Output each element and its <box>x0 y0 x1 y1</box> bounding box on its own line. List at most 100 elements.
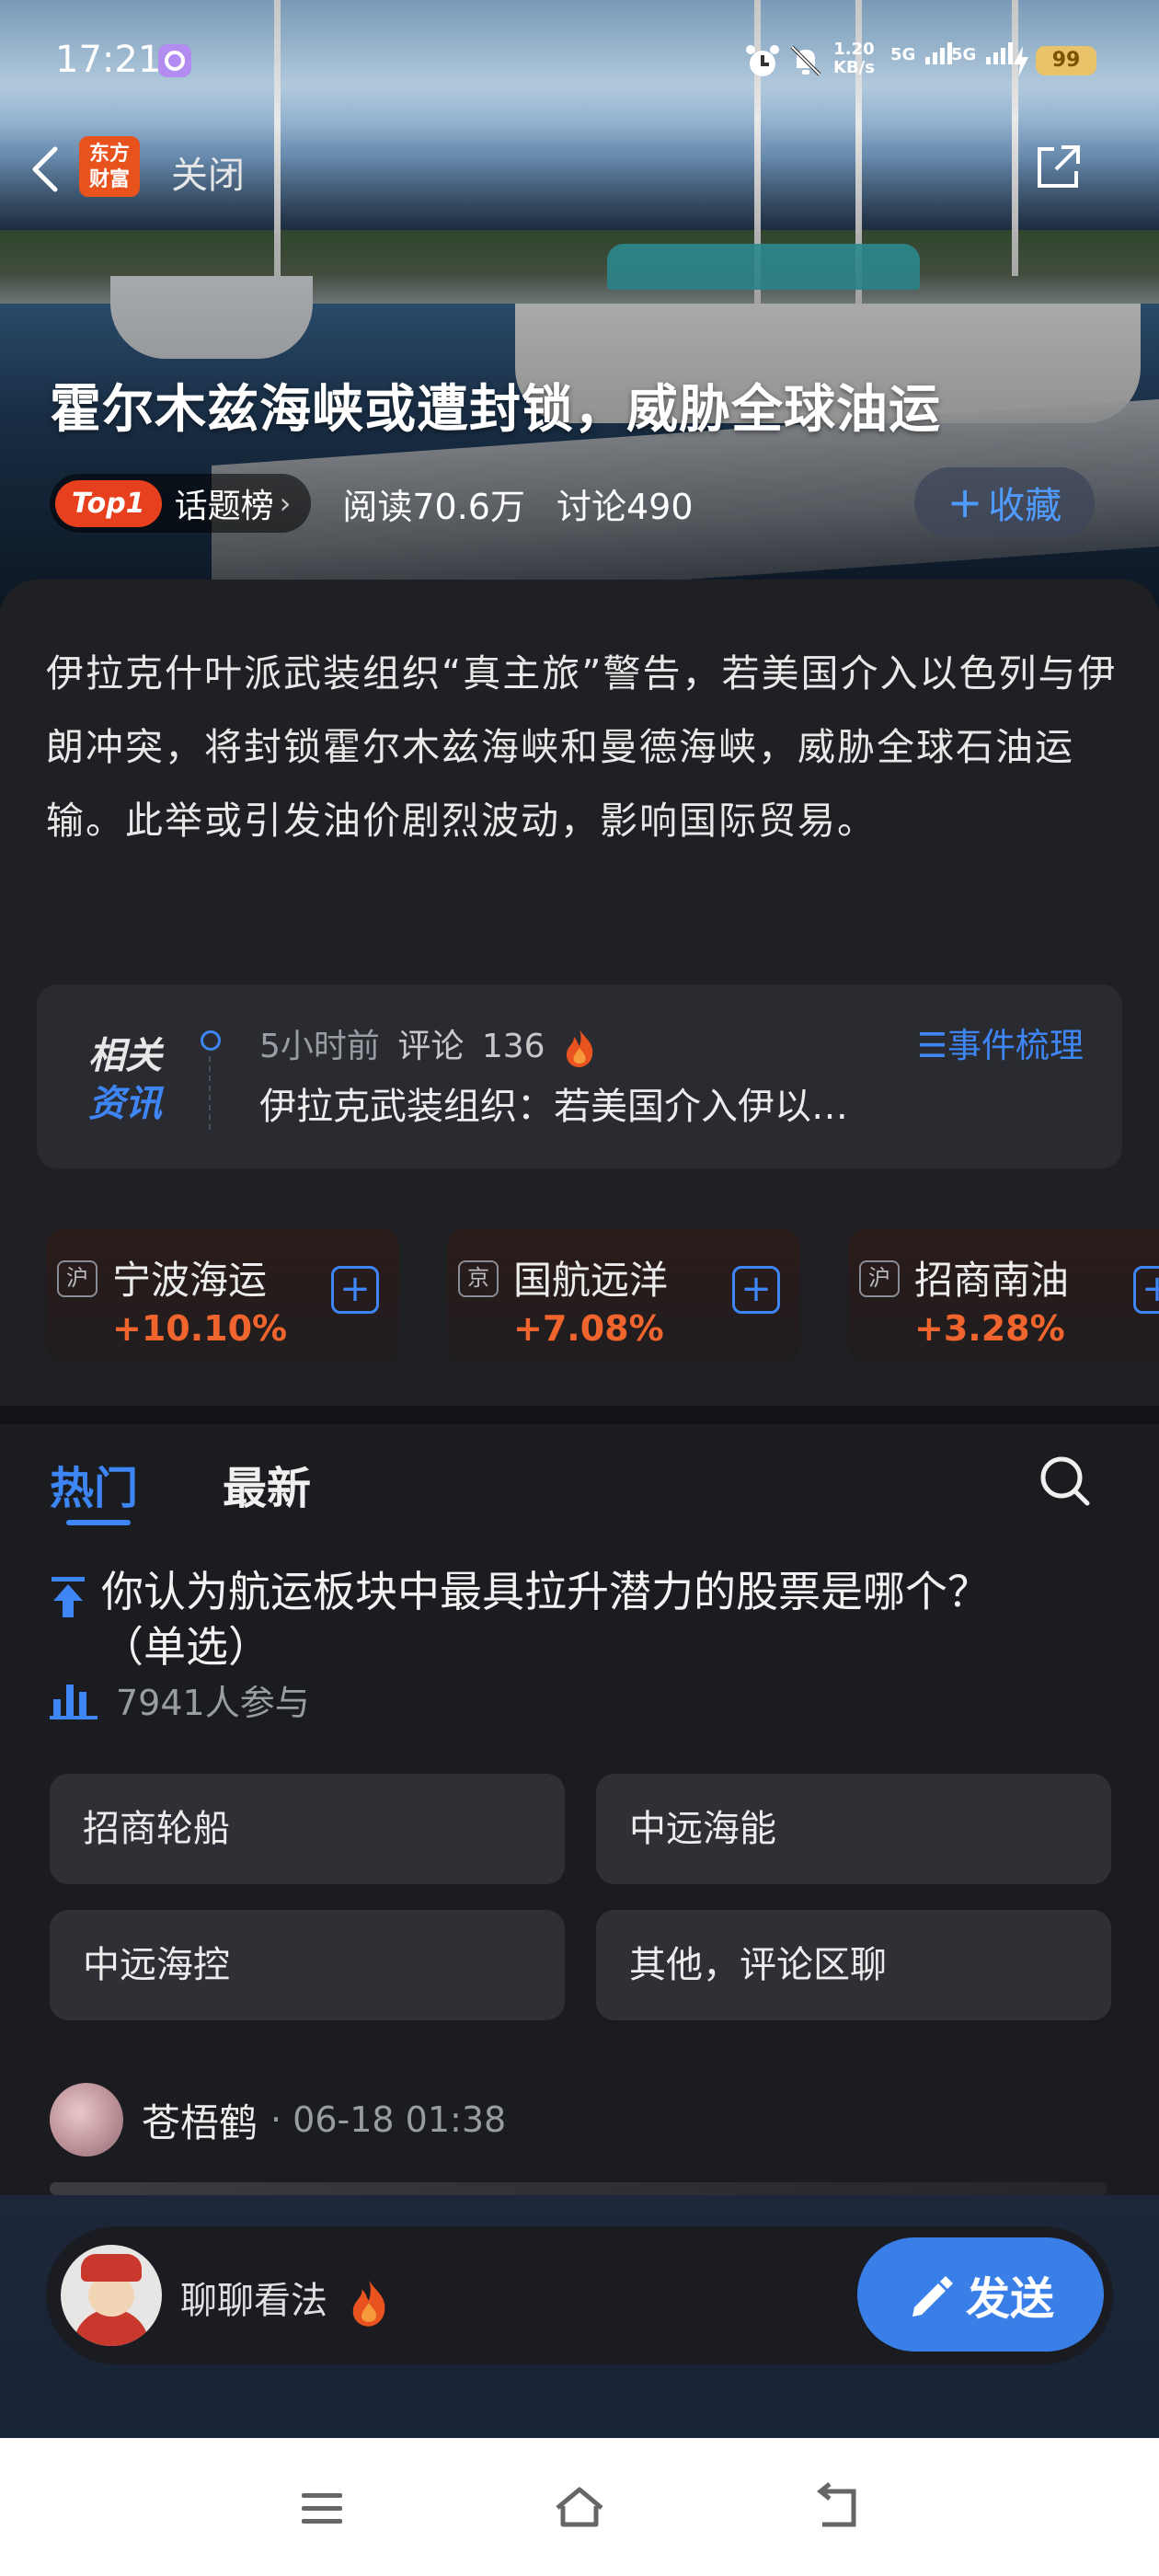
menu-button[interactable] <box>294 2480 350 2536</box>
stock-card[interactable]: 沪 宁波海运 +10.10% + <box>46 1229 399 1363</box>
comment-author[interactable]: 苍梧鹤 <box>142 2092 258 2148</box>
composer-area: 聊聊看法 发送 <box>0 2195 1159 2438</box>
feed-tabs: 热门 最新 <box>0 1424 1159 1535</box>
poll-question: 你认为航运板块中最具拉升潜力的股票是哪个？ （单选） <box>101 1567 990 1672</box>
sim1-label: 5G <box>890 45 916 64</box>
news-comments-count: 136 <box>481 1028 545 1065</box>
pencil-icon <box>912 2276 953 2317</box>
tab-hot[interactable]: 热门 <box>50 1452 138 1516</box>
timeline-line <box>209 1056 211 1130</box>
stock-card[interactable]: 京 国航远洋 +7.08% + <box>447 1229 800 1363</box>
add-watchlist-button[interactable]: + <box>732 1266 780 1314</box>
avatar[interactable] <box>50 2083 123 2156</box>
mute-icon <box>787 42 824 76</box>
read-count: 阅读70.6万 <box>342 486 525 527</box>
comment-placeholder-text: 聊聊看法 <box>180 2280 327 2322</box>
market-badge: 沪 <box>57 1260 98 1297</box>
poll-option[interactable]: 中远海控 <box>50 1910 565 2020</box>
poll-option[interactable]: 中远海能 <box>596 1774 1111 1884</box>
send-label: 发送 <box>965 2273 1054 2325</box>
send-button[interactable]: 发送 <box>857 2237 1104 2352</box>
comment-header[interactable]: 苍梧鹤 · 06-18 01:38 <box>50 2083 506 2156</box>
logo-line1: 东方 <box>88 143 130 166</box>
status-time: 17:21 <box>55 39 162 81</box>
network-speed-unit: KB/s <box>833 58 875 77</box>
participants-count: 7941人参与 <box>116 1682 310 1723</box>
favorite-button[interactable]: + 收藏 <box>914 467 1095 537</box>
rank-list-label: 话题榜 <box>174 488 274 525</box>
favorite-label: 收藏 <box>988 485 1062 527</box>
news-time-ago: 5小时前 <box>259 1028 380 1065</box>
event-timeline-label: 事件梳理 <box>947 1026 1084 1065</box>
search-icon <box>1040 1456 1090 1506</box>
stock-name: 招商南油 <box>914 1258 1070 1303</box>
stock-change: +10.10% <box>112 1308 288 1349</box>
back-button[interactable] <box>22 138 68 201</box>
back-nav-button[interactable] <box>809 2480 865 2536</box>
mascot-avatar <box>61 2245 162 2346</box>
search-button[interactable] <box>1036 1452 1095 1511</box>
comment-input[interactable]: 聊聊看法 发送 <box>46 2226 1113 2364</box>
share-button[interactable] <box>1030 140 1085 195</box>
timeline-dot-icon <box>201 1030 221 1051</box>
stock-change: +3.28% <box>914 1308 1065 1349</box>
alarm-icon <box>743 42 782 76</box>
home-button[interactable] <box>552 2480 607 2536</box>
topic-content: 伊拉克什叶派武装组织“真主旅”警告，若美国介入以色列与伊朗冲突，将封锁霍尔木兹海… <box>0 580 1159 1408</box>
discussion-count: 讨论490 <box>557 486 694 527</box>
related-news-label: 相关 资讯 <box>88 1032 162 1128</box>
section-divider <box>0 1406 1159 1424</box>
fire-icon <box>563 1028 596 1068</box>
plus-icon: + <box>947 477 983 527</box>
poll-option[interactable]: 其他，评论区聊 <box>596 1910 1111 2020</box>
topic-summary: 伊拉克什叶派武装组织“真主旅”警告，若美国介入以色列与伊朗冲突，将封锁霍尔木兹海… <box>46 651 1118 843</box>
related-news-label-line2: 资讯 <box>88 1083 162 1125</box>
market-badge: 京 <box>458 1260 499 1297</box>
menu-icon <box>302 2493 342 2524</box>
stock-card[interactable]: 沪 招商南油 +3.28% + <box>848 1229 1159 1363</box>
related-news-headline[interactable]: 伊拉克武装组织：若美国介入伊以… <box>259 1076 848 1130</box>
close-button[interactable]: 关闭 <box>171 145 245 199</box>
poll-option[interactable]: 招商轮船 <box>50 1774 565 1884</box>
tab-active-indicator <box>66 1520 131 1525</box>
comment-placeholder[interactable]: 聊聊看法 <box>180 2271 389 2328</box>
poll-participants: 7941人参与 <box>50 1676 310 1723</box>
sim2-label: 5G <box>951 45 977 64</box>
system-navigation-bar <box>0 2438 1159 2576</box>
topic-title: 霍尔木兹海峡或遭封锁，威胁全球油运 <box>50 380 941 440</box>
market-badge: 沪 <box>859 1260 900 1297</box>
tab-latest[interactable]: 最新 <box>223 1452 311 1516</box>
rank-badge: Top1 <box>55 479 162 527</box>
topic-stats: 阅读70.6万 讨论490 <box>342 478 693 529</box>
list-icon: ☰ <box>916 1026 947 1065</box>
add-watchlist-button[interactable]: + <box>331 1266 379 1314</box>
add-watchlist-button[interactable]: + <box>1133 1266 1159 1314</box>
stock-change: +7.08% <box>513 1308 664 1349</box>
sim1-signal-icon: 5G <box>890 40 952 64</box>
logo-line2: 财富 <box>88 168 130 191</box>
related-news-meta: 5小时前 评论 136 <box>259 1019 596 1068</box>
network-speed: 1.20 KB/s <box>833 40 875 77</box>
stock-name: 国航远洋 <box>513 1258 669 1303</box>
topic-rank-link[interactable]: Top1 话题榜 › <box>50 474 312 533</box>
share-icon <box>1038 145 1080 188</box>
stock-name: 宁波海运 <box>112 1258 268 1303</box>
fire-icon <box>349 2278 389 2328</box>
chevron-right-icon: › <box>279 486 292 521</box>
app-logo: 东方 财富 <box>79 136 140 197</box>
network-speed-value: 1.20 <box>833 40 875 59</box>
news-comments-label: 评论 <box>397 1028 465 1065</box>
pin-top-icon <box>50 1575 86 1619</box>
home-icon <box>556 2487 603 2527</box>
battery-icon: 99 <box>1036 46 1096 75</box>
related-stocks-row: 沪 宁波海运 +10.10% + 京 国航远洋 +7.08% + 沪 招商南油 … <box>46 1229 1159 1367</box>
return-icon <box>816 2482 856 2527</box>
status-bar: 17:21 1.20 KB/s 5G 5G 99 <box>0 0 1159 120</box>
related-news-card[interactable]: 相关 资讯 5小时前 评论 136 伊拉克武装组织：若美国介入伊以… ☰事件梳理 <box>37 984 1122 1168</box>
topic-meta-row: Top1 话题榜 › 阅读70.6万 讨论490 <box>50 471 694 535</box>
related-news-label-line1: 相关 <box>88 1035 162 1077</box>
comment-text-peek <box>50 2182 1107 2195</box>
event-timeline-link[interactable]: ☰事件梳理 <box>917 1018 1084 1067</box>
app-notification-icon <box>156 42 193 77</box>
comment-datetime: · 06-18 01:38 <box>270 2099 507 2140</box>
